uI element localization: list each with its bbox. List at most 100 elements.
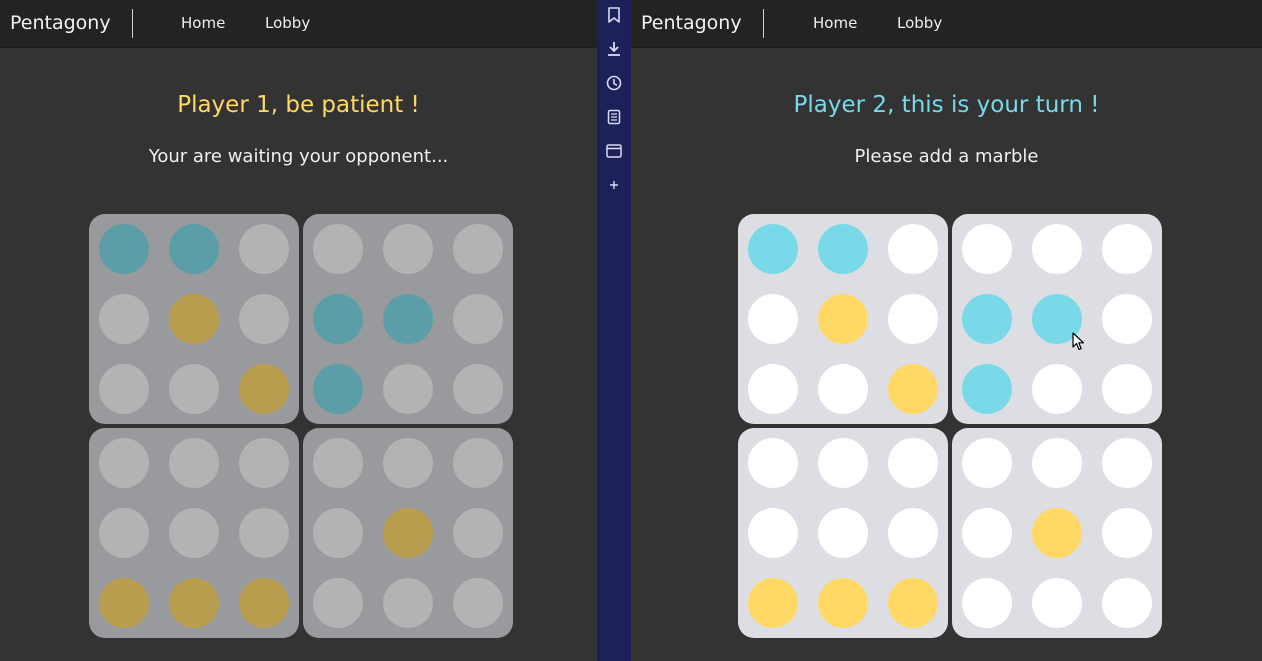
nav-lobby-link[interactable]: Lobby xyxy=(265,13,310,33)
marble-player2 xyxy=(748,224,798,274)
marble-player2 xyxy=(99,224,149,274)
empty-hole[interactable] xyxy=(1102,508,1152,558)
empty-hole xyxy=(239,224,289,274)
empty-hole xyxy=(313,578,363,628)
add-icon[interactable] xyxy=(604,175,624,195)
empty-hole[interactable] xyxy=(1032,578,1082,628)
empty-hole xyxy=(239,294,289,344)
board-quadrant-top-left xyxy=(738,214,948,424)
empty-hole xyxy=(383,438,433,488)
empty-hole xyxy=(169,438,219,488)
empty-hole xyxy=(453,578,503,628)
empty-hole xyxy=(99,294,149,344)
game-board-active xyxy=(738,214,1162,638)
empty-hole[interactable] xyxy=(748,294,798,344)
brand-title[interactable]: Pentagony xyxy=(641,11,742,35)
marble-player1 xyxy=(99,578,149,628)
empty-hole[interactable] xyxy=(962,578,1012,628)
marble-player2 xyxy=(313,364,363,414)
game-board-inactive xyxy=(89,214,513,638)
board-quadrant-top-right xyxy=(303,214,513,424)
navbar: Pentagony Home Lobby xyxy=(631,0,1262,48)
empty-hole[interactable] xyxy=(888,294,938,344)
player1-pane: Pentagony Home Lobby Player 1, be patien… xyxy=(0,0,597,661)
marble-player1 xyxy=(888,578,938,628)
player2-pane: Pentagony Home Lobby Player 2, this is y… xyxy=(631,0,1262,661)
empty-hole[interactable] xyxy=(962,224,1012,274)
board-quadrant-top-right xyxy=(952,214,1162,424)
marble-player1 xyxy=(888,364,938,414)
turn-status-title: Player 1, be patient ! xyxy=(177,92,420,118)
empty-hole xyxy=(169,508,219,558)
marble-player1 xyxy=(169,294,219,344)
turn-status-title: Player 2, this is your turn ! xyxy=(793,92,1100,118)
empty-hole[interactable] xyxy=(1102,224,1152,274)
empty-hole[interactable] xyxy=(748,364,798,414)
empty-hole xyxy=(313,438,363,488)
empty-hole[interactable] xyxy=(748,438,798,488)
nav-lobby-link[interactable]: Lobby xyxy=(897,13,942,33)
download-icon[interactable] xyxy=(604,39,624,59)
empty-hole xyxy=(453,438,503,488)
marble-player1 xyxy=(239,578,289,628)
empty-hole[interactable] xyxy=(1032,364,1082,414)
empty-hole xyxy=(99,364,149,414)
notes-icon[interactable] xyxy=(604,107,624,127)
board-quadrant-top-left xyxy=(89,214,299,424)
empty-hole[interactable] xyxy=(888,508,938,558)
marble-player2 xyxy=(962,364,1012,414)
empty-hole xyxy=(313,508,363,558)
navbar-divider xyxy=(763,9,764,38)
empty-hole xyxy=(453,364,503,414)
empty-hole[interactable] xyxy=(888,438,938,488)
turn-status-subtitle: Please add a marble xyxy=(854,146,1039,167)
marble-player1 xyxy=(239,364,289,414)
empty-hole[interactable] xyxy=(888,224,938,274)
nav-home-link[interactable]: Home xyxy=(813,13,857,33)
history-icon[interactable] xyxy=(604,73,624,93)
empty-hole xyxy=(99,508,149,558)
empty-hole xyxy=(99,438,149,488)
empty-hole xyxy=(453,294,503,344)
navbar: Pentagony Home Lobby xyxy=(0,0,597,48)
empty-hole[interactable] xyxy=(818,364,868,414)
empty-hole[interactable] xyxy=(1102,578,1152,628)
board-quadrant-bottom-left xyxy=(738,428,948,638)
empty-hole[interactable] xyxy=(1032,224,1082,274)
navbar-divider xyxy=(132,9,133,38)
empty-hole[interactable] xyxy=(1032,438,1082,488)
browser-sidebar xyxy=(597,0,631,661)
empty-hole[interactable] xyxy=(1102,438,1152,488)
board-quadrant-bottom-right xyxy=(952,428,1162,638)
board-quadrant-bottom-left xyxy=(89,428,299,638)
empty-hole[interactable] xyxy=(818,438,868,488)
marble-player2 xyxy=(818,224,868,274)
empty-hole xyxy=(453,224,503,274)
window-icon[interactable] xyxy=(604,141,624,161)
mouse-cursor-icon xyxy=(1072,332,1085,351)
empty-hole[interactable] xyxy=(748,508,798,558)
marble-player1 xyxy=(169,578,219,628)
nav-home-link[interactable]: Home xyxy=(181,13,225,33)
empty-hole xyxy=(453,508,503,558)
empty-hole xyxy=(383,224,433,274)
empty-hole[interactable] xyxy=(962,438,1012,488)
bookmark-icon[interactable] xyxy=(604,5,624,25)
empty-hole xyxy=(169,364,219,414)
empty-hole[interactable] xyxy=(1102,364,1152,414)
marble-player2 xyxy=(962,294,1012,344)
board-quadrant-bottom-right xyxy=(303,428,513,638)
marble-player1 xyxy=(818,294,868,344)
empty-hole[interactable] xyxy=(818,508,868,558)
marble-player2 xyxy=(169,224,219,274)
marble-player2 xyxy=(313,294,363,344)
marble-player2 xyxy=(383,294,433,344)
empty-hole[interactable] xyxy=(962,508,1012,558)
empty-hole xyxy=(383,578,433,628)
brand-title[interactable]: Pentagony xyxy=(10,11,111,35)
empty-hole xyxy=(239,508,289,558)
turn-status-subtitle: Your are waiting your opponent... xyxy=(148,146,449,167)
marble-player1 xyxy=(383,508,433,558)
empty-hole[interactable] xyxy=(1102,294,1152,344)
marble-player1 xyxy=(818,578,868,628)
